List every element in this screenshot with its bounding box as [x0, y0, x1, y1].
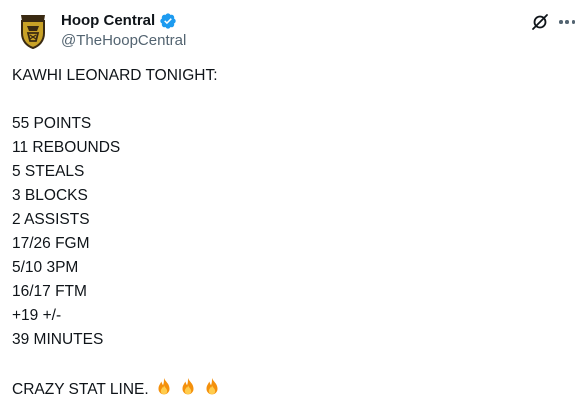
fire-icon — [158, 377, 170, 395]
display-name[interactable]: Hoop Central — [61, 11, 155, 31]
stat-line: 39 MINUTES — [12, 331, 104, 348]
stat-line: 55 POINTS — [12, 115, 92, 132]
author-block: Hoop Central @TheHoopCentral — [61, 11, 186, 51]
stat-line: 3 BLOCKS — [12, 187, 88, 204]
stat-line: 2 ASSISTS — [12, 211, 90, 228]
closing-text: CRAZY STAT LINE. — [12, 381, 149, 398]
hoop-central-logo-icon — [21, 15, 45, 50]
stat-line: +19 +/- — [12, 307, 62, 324]
more-options-icon[interactable] — [556, 12, 578, 32]
post-text: KAWHI LEONARD TONIGHT: 55 POINTS 11 REBO… — [12, 64, 572, 400]
fire-icon — [182, 377, 194, 395]
post-headline: KAWHI LEONARD TONIGHT: — [12, 67, 218, 84]
stat-line: 17/26 FGM — [12, 235, 90, 252]
verified-badge-icon[interactable] — [159, 12, 177, 30]
fire-icon — [206, 377, 218, 395]
closing-line: CRAZY STAT LINE. — [12, 376, 572, 400]
stat-line: 5/10 3PM — [12, 259, 79, 276]
stat-line: 11 REBOUNDS — [12, 139, 121, 156]
stat-line: 5 STEALS — [12, 163, 85, 180]
post-card: Hoop Central @TheHoopCentral KAWHI LEONA… — [0, 0, 588, 408]
author-handle[interactable]: @TheHoopCentral — [61, 31, 186, 51]
grok-icon[interactable] — [530, 12, 550, 32]
author-name-row[interactable]: Hoop Central — [61, 11, 186, 31]
avatar[interactable] — [13, 11, 53, 51]
fire-emoji-group — [153, 376, 223, 398]
stat-line: 16/17 FTM — [12, 283, 87, 300]
